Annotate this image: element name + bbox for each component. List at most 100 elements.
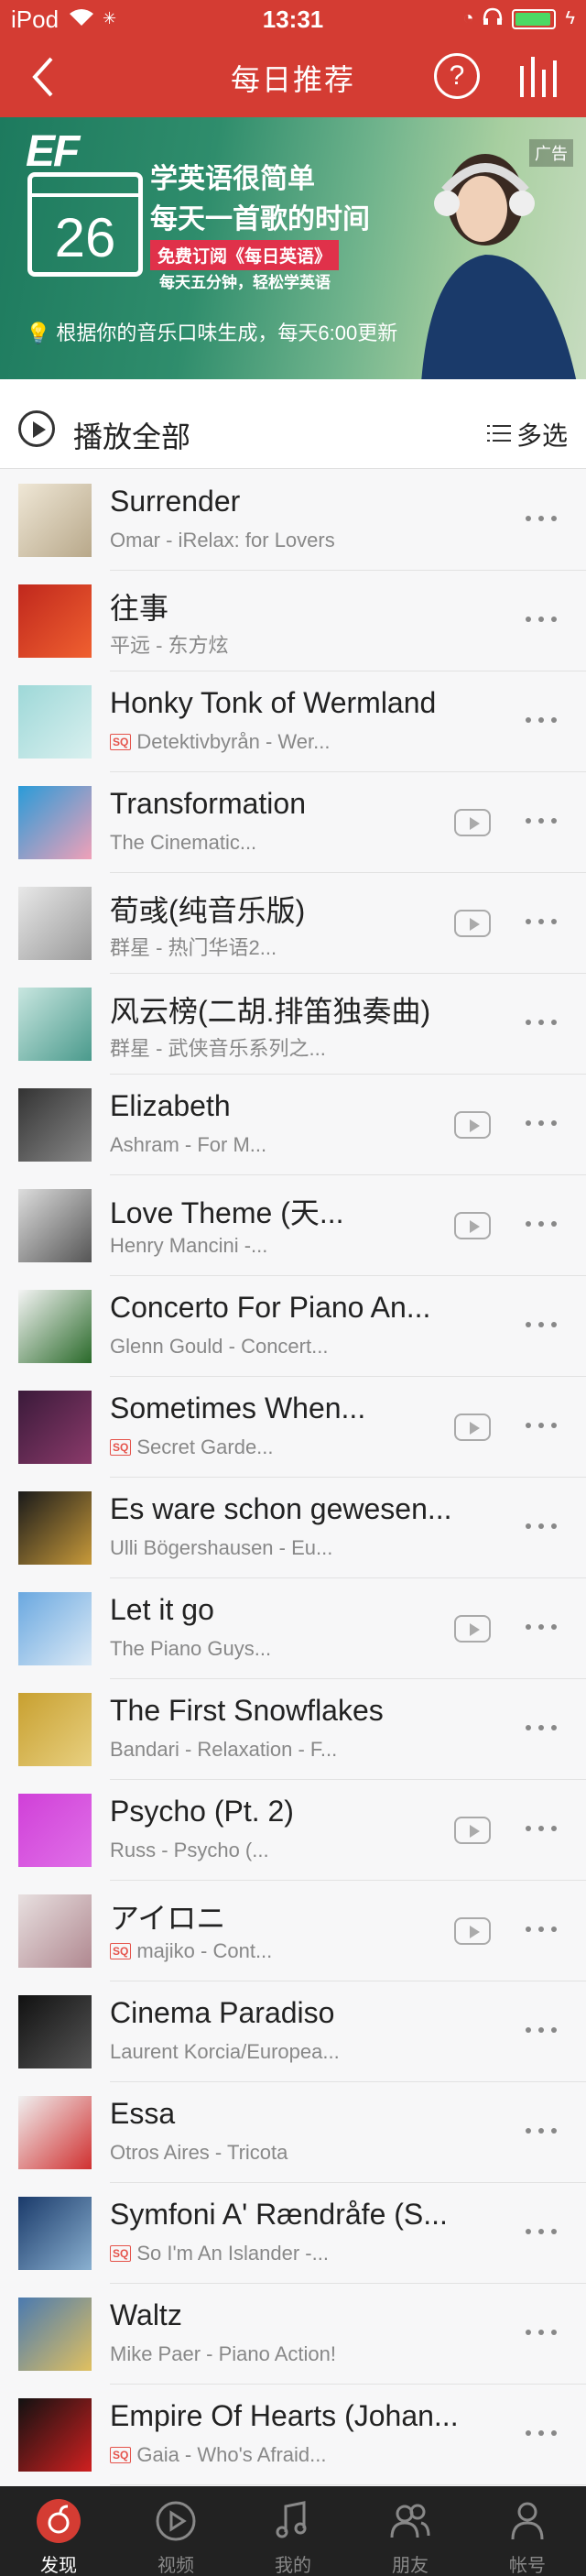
mv-play-icon[interactable] [454,910,491,937]
song-title: 往事 [110,592,169,625]
tab-music-note[interactable]: 我的 [234,2486,352,2576]
more-options-icon[interactable] [526,2330,557,2335]
more-options-icon[interactable] [526,818,557,824]
artist-album: majiko - Cont... [136,1939,273,1962]
more-options-icon[interactable] [526,2027,557,2033]
song-row[interactable]: Love Theme (天... Henry Mancini -... [0,1175,586,1276]
mv-play-icon[interactable] [454,1212,491,1239]
song-title: Love Theme (天... [110,1196,344,1229]
song-row[interactable]: Essa Otros Aires - Tricota [0,2082,586,2183]
more-options-icon[interactable] [526,516,557,521]
tab-video[interactable]: 视频 [117,2486,234,2576]
more-options-icon[interactable] [526,919,557,924]
sq-badge: SQ [110,1943,132,1959]
more-options-icon[interactable] [526,1221,557,1227]
charging-icon: ϟ [565,8,575,28]
song-title: Honky Tonk of Wermland [110,686,437,719]
song-row[interactable]: The First Snowflakes Bandari - Relaxation… [0,1679,586,1780]
multi-select-button[interactable]: 多选 [486,416,568,453]
song-row[interactable]: アイロニ SQ majiko - Cont... [0,1881,586,1981]
album-art [18,1088,92,1162]
more-options-icon[interactable] [526,1523,557,1529]
mv-play-icon[interactable] [454,1414,491,1441]
song-row[interactable]: Concerto For Piano An... Glenn Gould - Co… [0,1276,586,1377]
song-meta: The Piano Guys... [110,1637,458,1661]
now-playing-button[interactable] [515,53,566,101]
more-options-icon[interactable] [526,717,557,723]
more-options-icon[interactable] [526,1020,557,1025]
album-art [18,1592,92,1665]
equalizer-icon [520,57,557,97]
song-title: Concerto For Piano An... [110,1291,431,1324]
song-row[interactable]: Sometimes When... SQ Secret Garde... [0,1377,586,1478]
tab-account[interactable]: 帐号 [469,2486,586,2576]
play-all-icon[interactable] [18,410,55,447]
song-row[interactable]: 往事平远 - 东方炫 [0,571,586,671]
song-meta: SQ Detektivbyrån - Wer... [110,730,458,754]
artist-album: Bandari - Relaxation - F... [110,1738,338,1761]
song-meta: Ashram - For M... [110,1133,458,1157]
song-title: 风云榜(二胡.排笛独奏曲) [110,995,431,1028]
mv-play-icon[interactable] [454,1917,491,1945]
artist-album: Secret Garde... [136,1435,274,1458]
ad-badge: 广告 [529,139,573,167]
album-art [18,786,92,859]
subscribe-badge: 免费订阅《每日英语》 [150,240,340,270]
song-title: 荀彧(纯音乐版) [110,894,306,927]
help-button[interactable]: ? [434,53,480,99]
song-row[interactable]: Empire Of Hearts (Johan... SQ Gaia - Who's… [0,2385,586,2485]
mv-play-icon[interactable] [454,1615,491,1643]
tab-friends[interactable]: 朋友 [352,2486,469,2576]
album-art [18,1794,92,1867]
album-art [18,887,92,960]
tab-discover[interactable]: 发现 [0,2486,117,2576]
more-options-icon[interactable] [526,2430,557,2436]
artist-album: 平远 - 东方炫 [110,634,229,657]
nav-bar: 每日推荐 ? [0,37,586,117]
ad-banner[interactable]: EF 26 学英语很简单 每天一首歌的时间 免费订阅《每日英语》 每天五分钟，轻… [0,117,586,379]
album-art [18,2096,92,2169]
artist-album: The Cinematic... [110,831,257,854]
more-options-icon[interactable] [526,1624,557,1630]
song-row[interactable]: Surrender Omar - iRelax: for Lovers [0,470,586,571]
album-art [18,2197,92,2270]
mv-play-icon[interactable] [454,1817,491,1844]
more-options-icon[interactable] [526,617,557,622]
song-row[interactable]: Transformation The Cinematic... [0,772,586,873]
more-options-icon[interactable] [526,1120,557,1126]
song-row[interactable]: Elizabeth Ashram - For M... [0,1075,586,1175]
calendar-icon: 26 [27,172,143,277]
mv-play-icon[interactable] [454,1111,491,1139]
play-all-button[interactable]: 播放全部 [73,414,190,456]
song-title: アイロニ [110,1902,226,1935]
song-row[interactable]: Es ware schon gewesen... Ulli Bögershause… [0,1478,586,1578]
song-row[interactable]: Psycho (Pt. 2) Russ - Psycho (... [0,1780,586,1881]
album-art [18,1995,92,2068]
more-options-icon[interactable] [526,1826,557,1831]
song-row[interactable]: 风云榜(二胡.排笛独奏曲) 群星 - 武侠音乐系列之... [0,974,586,1075]
song-meta: Bandari - Relaxation - F... [110,1738,458,1762]
song-row[interactable]: Honky Tonk of Wermland SQ Detektivbyrån - … [0,671,586,772]
more-options-icon[interactable] [526,2229,557,2234]
mv-play-icon[interactable] [454,809,491,836]
song-meta: Russ - Psycho (... [110,1839,458,1862]
album-art [18,1491,92,1565]
more-options-icon[interactable] [526,1322,557,1327]
more-options-icon[interactable] [526,2128,557,2134]
song-row[interactable]: Let it go The Piano Guys... [0,1578,586,1679]
tab-label: 发现 [40,2556,77,2576]
tab-label: 帐号 [509,2556,546,2576]
song-row[interactable]: Waltz Mike Paer - Piano Action! [0,2284,586,2385]
artist-album: Laurent Korcia/Europea... [110,2040,340,2063]
song-title: Cinema Paradiso [110,1996,335,2029]
more-options-icon[interactable] [526,1423,557,1428]
more-options-icon[interactable] [526,1725,557,1730]
song-meta: Otros Aires - Tricota [110,2141,458,2165]
song-row[interactable]: 荀彧(纯音乐版) 群星 - 热门华语2... [0,873,586,974]
song-meta: Laurent Korcia/Europea... [110,2040,458,2064]
video-icon [150,2495,201,2547]
song-title: Empire Of Hearts (Johan... [110,2399,459,2432]
song-row[interactable]: Cinema Paradiso Laurent Korcia/Europea... [0,1981,586,2082]
song-row[interactable]: Symfoni A' Rændråfe (S... SQ So I'm An Isl… [0,2183,586,2284]
more-options-icon[interactable] [526,1927,557,1932]
